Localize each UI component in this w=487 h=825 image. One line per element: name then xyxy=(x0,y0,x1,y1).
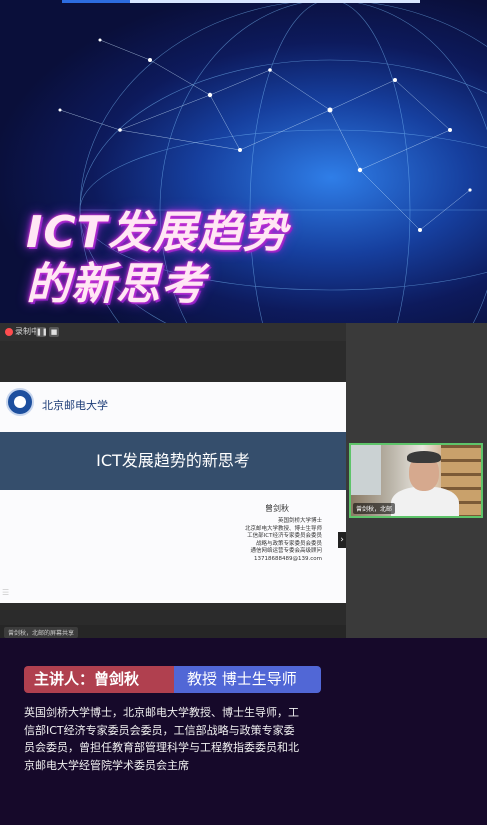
slide-university-name: 北京邮电大学 xyxy=(42,399,108,412)
shared-slide: 北京邮电大学 ICT发展趋势的新思考 曾剑秋 英国剑桥大学博士 北京邮电大学教授… xyxy=(0,382,346,603)
pause-icon[interactable]: ❚❚ xyxy=(36,327,48,337)
record-icon xyxy=(5,328,13,336)
screen-share-label: 曾剑秋，北邮的屏幕共享 xyxy=(4,627,79,638)
bio-line: 京邮电大学经管院学术委员会主席 xyxy=(24,758,189,772)
speaker-bio: 英国剑桥大学博士，北京邮电大学教授、博士生导师，工 信部ICT经济专家委员会委员… xyxy=(24,704,324,774)
slide-title-band: ICT发展趋势的新思考 xyxy=(0,432,346,490)
speaker-name: 主讲人：曾剑秋 xyxy=(34,670,140,688)
meeting-window: 录制中 ❚❚ ■ 北京邮电大学 ICT发展趋势的新思考 曾剑秋 英国剑桥大学博士… xyxy=(0,323,487,638)
participant-name-label: 曾剑秋，北邮 xyxy=(353,503,396,514)
bio-line: 信部ICT经济专家委员会委员，工信部战略与政策专家委 xyxy=(24,723,295,737)
hero-title-line2: 的新思考 xyxy=(26,259,206,310)
hero-banner: ICT发展趋势 的新思考 xyxy=(0,0,487,323)
university-logo-icon xyxy=(6,388,34,416)
slide-info-line: 13718688489@139.com xyxy=(254,555,322,562)
meeting-status-bar: 曾剑秋，北邮的屏幕共享 xyxy=(0,625,346,638)
slide-info-line: 北京邮电大学教授、博士生导师 xyxy=(244,525,322,532)
slide-presenter-name: 曾剑秋 xyxy=(265,504,289,513)
video-person-hair xyxy=(407,451,441,463)
menu-icon[interactable]: ☰ xyxy=(2,588,9,597)
speaker-name-block: 主讲人：曾剑秋 xyxy=(24,666,174,693)
slide-presenter-info: 英国剑桥大学博士 北京邮电大学教授、博士生导师 工信部ICT经济专家委员会委员 … xyxy=(200,518,322,563)
video-window-bg xyxy=(351,445,381,495)
slide-info-line: 通信网络运营专委会高级顾问 xyxy=(250,548,322,554)
chevron-right-icon[interactable]: › xyxy=(338,532,346,548)
top-progress-bar xyxy=(130,0,420,3)
bio-line: 英国剑桥大学博士，北京邮电大学教授、博士生导师，工 xyxy=(24,706,299,719)
slide-title: ICT发展趋势的新思考 xyxy=(96,451,250,470)
speaker-title: 教授 博士生导师 xyxy=(187,670,297,688)
top-progress-accent xyxy=(62,0,130,3)
participant-video[interactable]: 曾剑秋，北邮 xyxy=(349,443,483,518)
speaker-title-block: 教授 博士生导师 xyxy=(174,666,321,693)
stop-icon[interactable]: ■ xyxy=(49,327,59,337)
video-person-body xyxy=(391,487,459,516)
slide-info-line: 英国剑桥大学博士 xyxy=(277,518,322,524)
slide-info-line: 工信部ICT经济专家委员会委员 xyxy=(247,533,322,539)
bio-line: 员会委员，曾担任教育部管理科学与工程教指委委员和北 xyxy=(24,741,299,754)
slide-info-line: 战略与政策专家委员会委员 xyxy=(255,540,322,547)
speaker-banner: 主讲人：曾剑秋 教授 博士生导师 xyxy=(24,666,321,693)
